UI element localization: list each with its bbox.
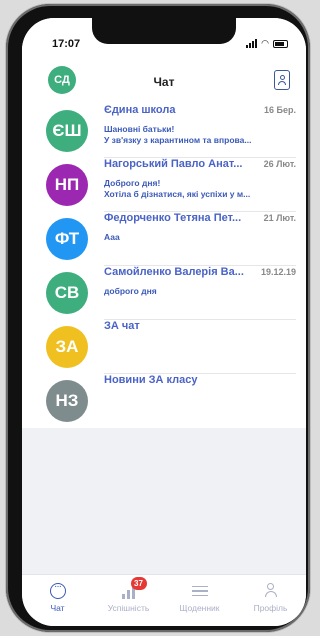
chat-avatar: ФТ [46, 218, 88, 260]
tab-label: Чат [50, 603, 65, 613]
chat-name: Федорченко Тетяна Пет... [104, 212, 242, 224]
chat-avatar: СВ [46, 272, 88, 314]
chat-bubble-icon [49, 581, 66, 599]
app-header: СД Чат [22, 58, 306, 104]
tab-label: Успішність [107, 603, 150, 613]
notification-badge: 37 [130, 577, 147, 590]
phone-frame: 17:07 ◠ СД Чат ЄШ Єдина школа 16 Бер. Ша… [6, 4, 310, 632]
battery-icon [273, 39, 288, 48]
chat-row-4[interactable]: ЗА ЗА чат [22, 320, 306, 374]
chat-preview-line1: Шановні батьки! [104, 124, 175, 134]
chat-avatar: ЄШ [46, 110, 88, 152]
chat-avatar: ЗА [46, 326, 88, 368]
tab-chat[interactable]: Чат [22, 575, 93, 626]
tab-grades[interactable]: 37 Успішність [93, 575, 164, 626]
tab-profile[interactable]: Профіль [235, 575, 306, 626]
chat-date: 16 Бер. [264, 105, 296, 115]
list-icon [191, 583, 208, 599]
tab-diary[interactable]: Щоденник [164, 575, 235, 626]
tab-label: Щоденник [179, 603, 220, 613]
chat-row-5[interactable]: НЗ Новини ЗА класу [22, 374, 306, 428]
tab-label: Профіль [253, 603, 288, 613]
chat-row-1[interactable]: НП Нагорський Павло Анат... 26 Лют. Добр… [22, 158, 306, 212]
chat-preview-line1: доброго дня [104, 286, 157, 296]
chat-name: Єдина школа [104, 104, 176, 116]
chat-name: Самойленко Валерія Ва... [104, 266, 244, 278]
chat-list: ЄШ Єдина школа 16 Бер. Шановні батьки! У… [22, 104, 306, 428]
chat-row-2[interactable]: ФТ Федорченко Тетяна Пет... 21 Лют. Ааа [22, 212, 306, 266]
chat-preview-line1: Доброго дня! [104, 178, 161, 188]
chat-date: 21 Лют. [263, 213, 296, 223]
chat-name: Новини ЗА класу [104, 374, 198, 386]
chat-preview-line1: Ааа [104, 232, 120, 242]
bottom-tab-bar: Чат 37 Успішність Щоденник Профіль [22, 574, 306, 626]
chat-name: ЗА чат [104, 320, 140, 332]
chat-name: Нагорський Павло Анат... [104, 158, 243, 170]
chat-date: 26 Лют. [263, 159, 296, 169]
page-title: Чат [153, 75, 175, 89]
notch [92, 18, 236, 44]
status-time: 17:07 [52, 38, 81, 50]
contact-book-icon[interactable] [274, 70, 290, 90]
wifi-icon: ◠ [261, 38, 269, 48]
chat-row-3[interactable]: СВ Самойленко Валерія Ва... 19.12.19 доб… [22, 266, 306, 320]
chat-row-0[interactable]: ЄШ Єдина школа 16 Бер. Шановні батьки! У… [22, 104, 306, 158]
app-screen: 17:07 ◠ СД Чат ЄШ Єдина школа 16 Бер. Ша… [22, 18, 306, 626]
chat-date: 19.12.19 [260, 267, 296, 277]
status-icons: ◠ [246, 39, 288, 48]
chat-preview-line2: У зв'язку з карантином та впрова... [104, 135, 252, 145]
person-icon [263, 583, 279, 599]
chat-avatar: НП [46, 164, 88, 206]
chat-avatar: НЗ [46, 380, 88, 422]
signal-icon [246, 39, 258, 48]
chat-preview-line2: Хотіла б дізнатися, які успіхи у м... [104, 189, 251, 199]
